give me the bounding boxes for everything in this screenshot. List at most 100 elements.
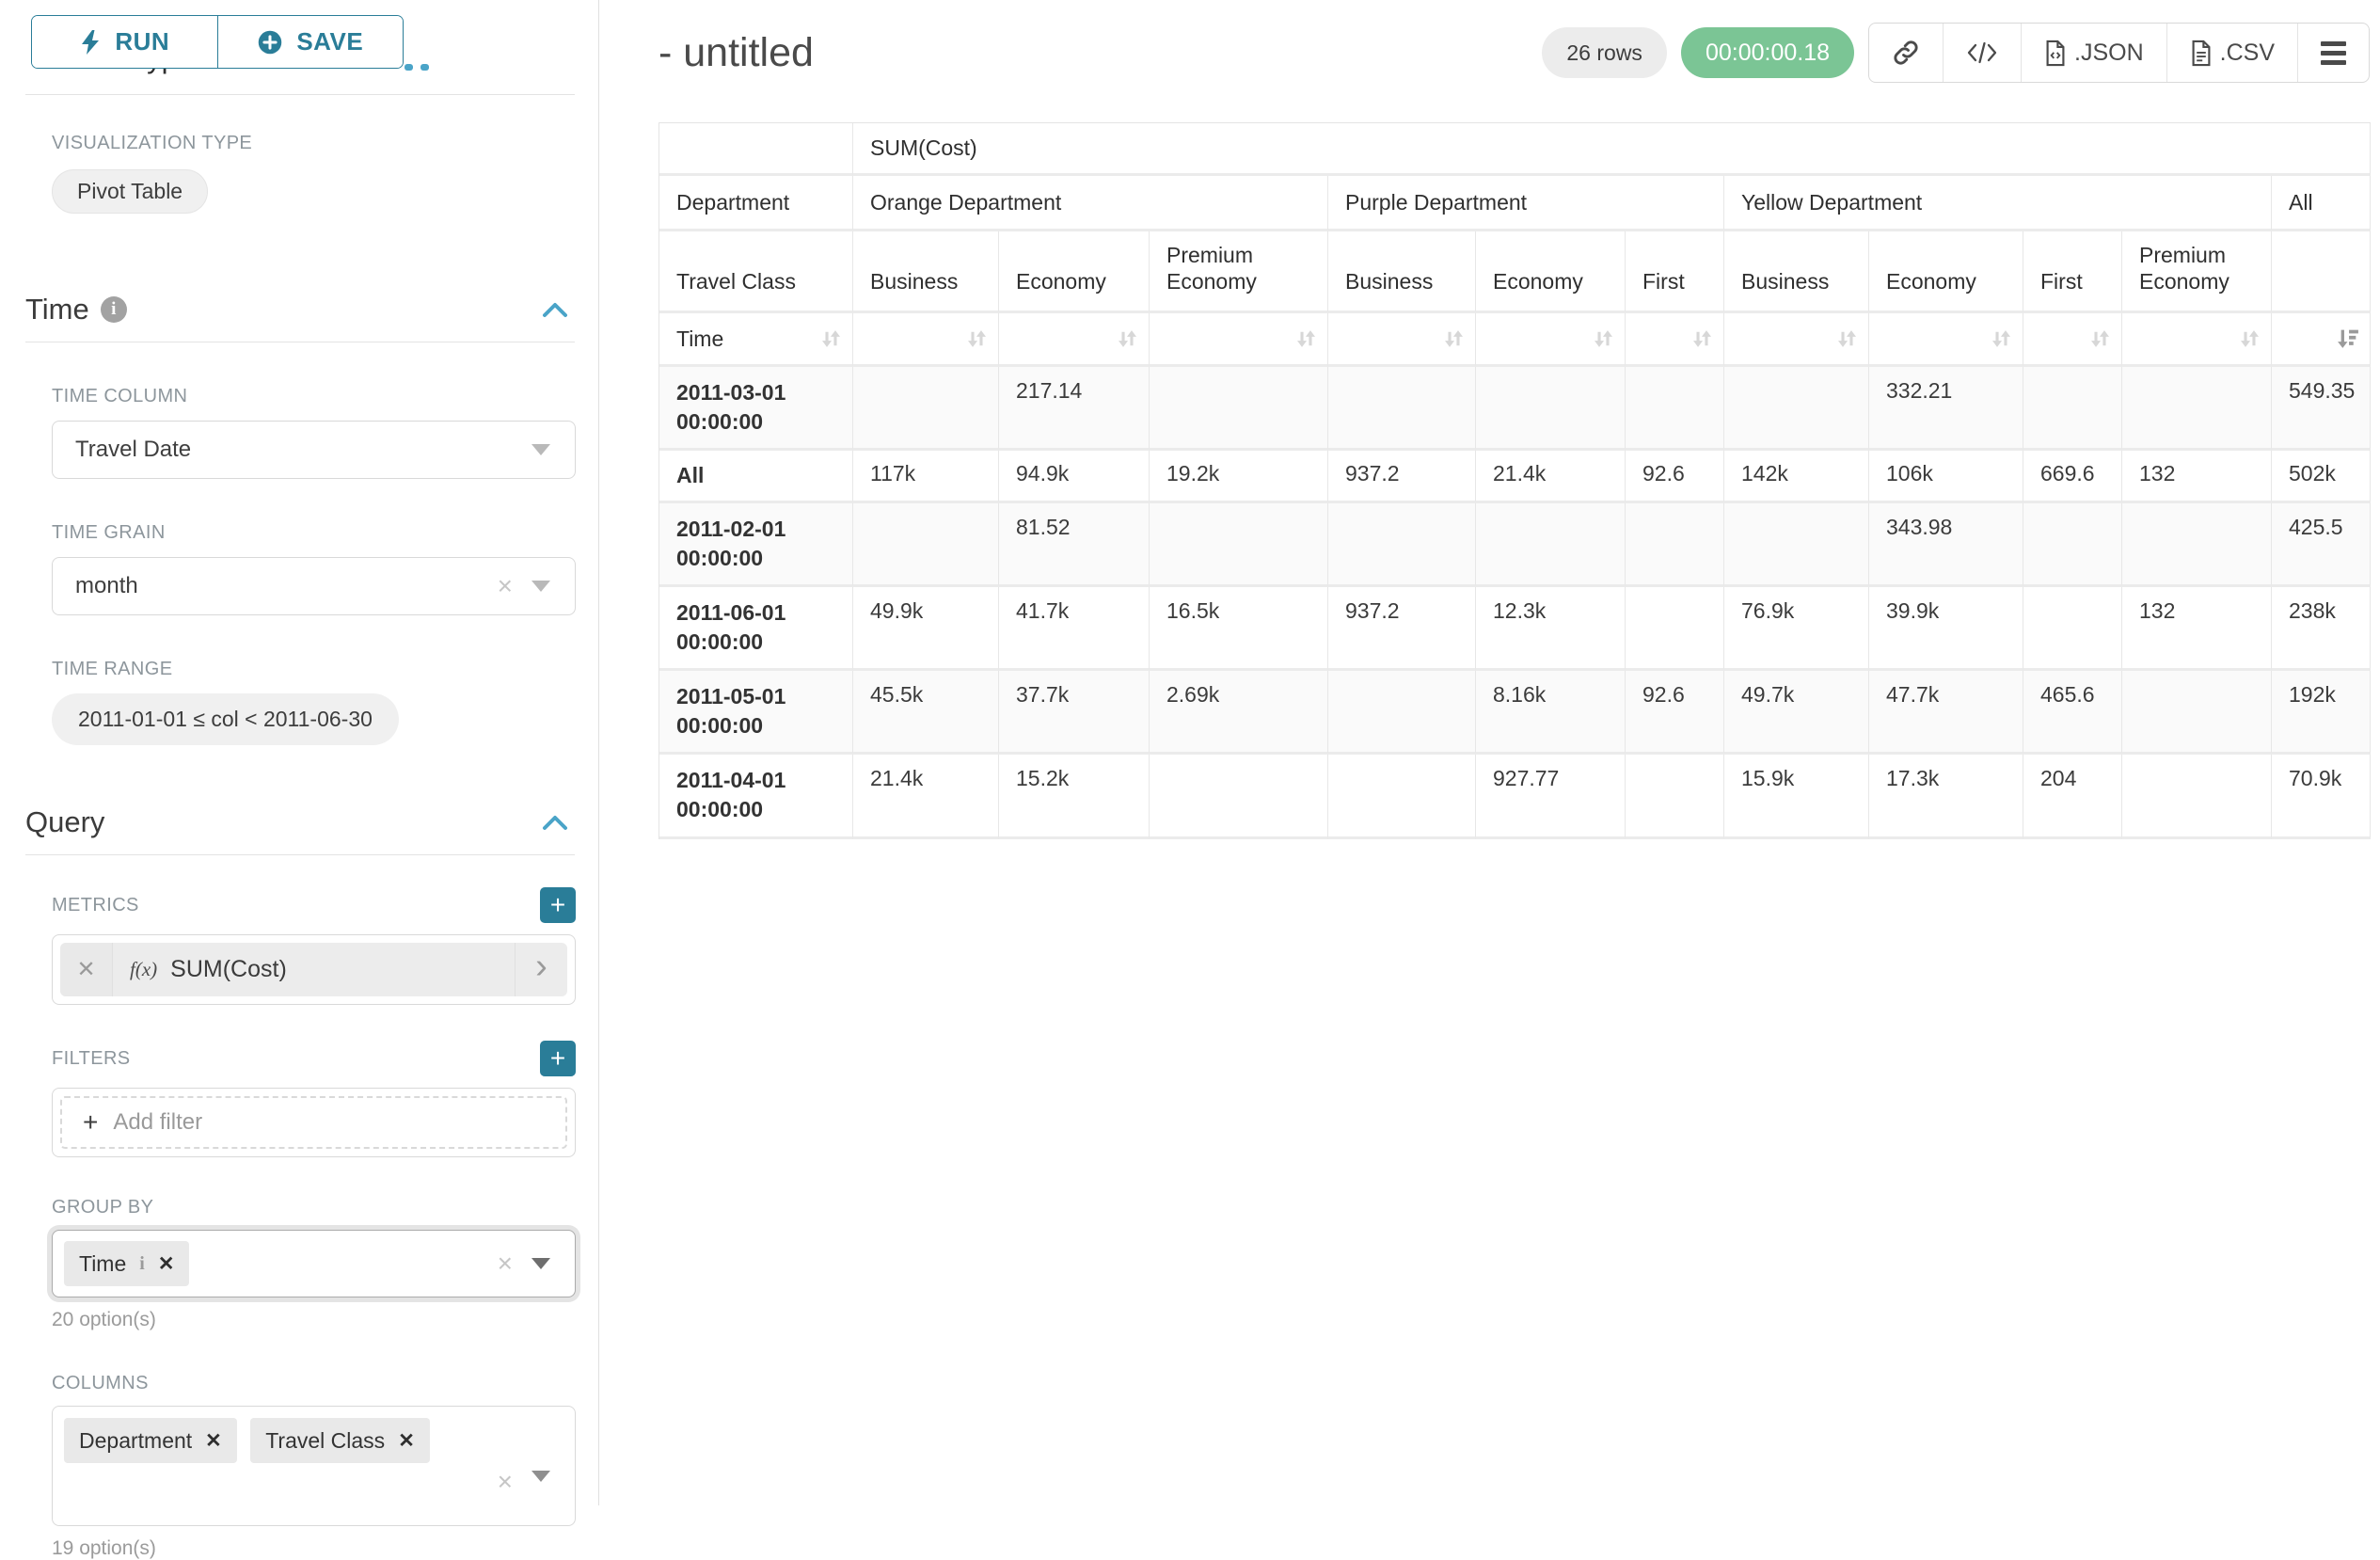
chevron-up-icon[interactable] bbox=[541, 813, 569, 832]
metrics-container: ✕ f(x) SUM(Cost) › bbox=[52, 934, 576, 1005]
metric-pill[interactable]: ✕ f(x) SUM(Cost) › bbox=[60, 943, 567, 996]
copy-link-button[interactable] bbox=[1869, 24, 1943, 82]
chart-header: - untitled 26 rows 00:00:00.18 bbox=[658, 23, 2370, 83]
columns-tag[interactable]: Department ✕ bbox=[64, 1418, 237, 1463]
pivot-cell bbox=[1328, 503, 1476, 587]
chevron-right-icon[interactable]: › bbox=[515, 943, 567, 996]
export-csv-button[interactable]: .CSV bbox=[2166, 24, 2297, 82]
control-panel: Chart Type RUN SAVE VISUALIZATION TYPE P… bbox=[0, 0, 599, 1505]
query-section-header: Query bbox=[25, 805, 575, 839]
columns-label: COLUMNS bbox=[52, 1373, 575, 1394]
time-column-value: Travel Date bbox=[75, 437, 191, 463]
pivot-cell bbox=[1724, 367, 1869, 451]
pivot-cell: 142k bbox=[1724, 451, 1869, 503]
sort-icon[interactable] bbox=[1294, 327, 1318, 351]
pivot-cell: 17.3k bbox=[1869, 755, 2023, 838]
add-filter-plus-button[interactable]: + bbox=[540, 1041, 576, 1076]
column-sort-header[interactable] bbox=[853, 313, 999, 367]
file-json-icon bbox=[2044, 40, 2067, 67]
pivot-cell bbox=[1328, 671, 1476, 755]
time-section-title: Time bbox=[25, 293, 89, 326]
sort-icon[interactable] bbox=[2238, 327, 2261, 351]
column-sort-header[interactable] bbox=[2122, 313, 2272, 367]
group-by-select[interactable]: Time i ✕ × bbox=[52, 1230, 576, 1297]
pivot-cell: 92.6 bbox=[1626, 671, 1724, 755]
column-sort-header[interactable] bbox=[2272, 313, 2371, 367]
remove-tag-icon[interactable]: ✕ bbox=[398, 1429, 415, 1453]
column-sort-header[interactable] bbox=[1626, 313, 1724, 367]
export-json-button[interactable]: .JSON bbox=[2021, 24, 2166, 82]
column-sort-header[interactable] bbox=[1869, 313, 2023, 367]
column-sort-header[interactable] bbox=[1724, 313, 1869, 367]
time-range-pill[interactable]: 2011-01-01 ≤ col < 2011-06-30 bbox=[52, 693, 399, 745]
time-dimension-label[interactable]: Time bbox=[659, 313, 853, 367]
pivot-cell bbox=[1328, 755, 1476, 838]
group-by-tag[interactable]: Time i ✕ bbox=[64, 1241, 189, 1286]
pivot-cell bbox=[1724, 503, 1869, 587]
table-row: 2011-03-01 00:00:00217.14332.21549.35 bbox=[659, 367, 2371, 451]
chevron-down-icon bbox=[532, 1258, 550, 1269]
pivot-cell: 47.7k bbox=[1869, 671, 2023, 755]
clear-icon[interactable]: × bbox=[498, 1467, 513, 1497]
travel-class-dimension-label: Travel Class bbox=[659, 231, 853, 313]
pivot-row-header: 2011-06-01 00:00:00 bbox=[659, 587, 853, 671]
sort-icon[interactable] bbox=[819, 327, 843, 351]
pivot-cell: 343.98 bbox=[1869, 503, 2023, 587]
sort-icon[interactable] bbox=[1442, 327, 1466, 351]
sort-icon[interactable] bbox=[965, 327, 989, 351]
save-button[interactable]: SAVE bbox=[218, 16, 404, 68]
pivot-cell bbox=[1626, 755, 1724, 838]
columns-select[interactable]: Department ✕ Travel Class ✕ × bbox=[52, 1406, 576, 1526]
pivot-cell: 465.6 bbox=[2023, 671, 2122, 755]
add-filter-button[interactable]: + Add filter bbox=[60, 1096, 567, 1149]
clear-icon[interactable]: × bbox=[498, 1249, 513, 1279]
time-column-select[interactable]: Travel Date bbox=[52, 421, 576, 479]
pivot-cell: 117k bbox=[853, 451, 999, 503]
pivot-cell: 16.5k bbox=[1150, 587, 1328, 671]
remove-tag-icon[interactable]: ✕ bbox=[205, 1429, 222, 1453]
row-count-badge: 26 rows bbox=[1542, 27, 1667, 78]
sort-icon[interactable] bbox=[1592, 327, 1615, 351]
tag-label: Time bbox=[79, 1251, 126, 1277]
column-sort-header[interactable] bbox=[1476, 313, 1626, 367]
pivot-cell: 94.9k bbox=[999, 451, 1150, 503]
chevron-up-icon[interactable] bbox=[541, 300, 569, 319]
add-metric-button[interactable]: + bbox=[540, 887, 576, 923]
sort-desc-icon[interactable] bbox=[2335, 326, 2360, 352]
add-filter-text: Add filter bbox=[113, 1109, 202, 1136]
pivot-cell: 70.9k bbox=[2272, 755, 2371, 838]
sort-icon[interactable] bbox=[1690, 327, 1714, 351]
pivot-cell: 132 bbox=[2122, 587, 2272, 671]
columns-tag[interactable]: Travel Class ✕ bbox=[250, 1418, 430, 1463]
sort-icon[interactable] bbox=[1990, 327, 2013, 351]
column-sort-header[interactable] bbox=[2023, 313, 2122, 367]
remove-tag-icon[interactable]: ✕ bbox=[158, 1252, 175, 1276]
sidebar-scroll-area[interactable]: VISUALIZATION TYPE Pivot Table Time i TI… bbox=[0, 60, 598, 1505]
travel-class-header: Economy bbox=[999, 231, 1150, 313]
sort-icon[interactable] bbox=[1835, 327, 1859, 351]
travel-class-header: Premium Economy bbox=[2122, 231, 2272, 313]
time-grain-select[interactable]: month × bbox=[52, 557, 576, 615]
pivot-cell bbox=[1626, 503, 1724, 587]
clear-icon[interactable]: × bbox=[498, 573, 513, 599]
travel-class-header: Business bbox=[853, 231, 999, 313]
sort-icon[interactable] bbox=[1116, 327, 1139, 351]
table-row: 2011-06-01 00:00:0049.9k41.7k16.5k937.21… bbox=[659, 587, 2371, 671]
run-button[interactable]: RUN bbox=[32, 16, 218, 68]
embed-code-button[interactable] bbox=[1943, 24, 2021, 82]
column-sort-header[interactable] bbox=[999, 313, 1150, 367]
viz-type-pill[interactable]: Pivot Table bbox=[52, 169, 208, 214]
time-grain-value: month bbox=[75, 573, 138, 599]
pivot-cell: 332.21 bbox=[1869, 367, 2023, 451]
pivot-cell: 15.9k bbox=[1724, 755, 1869, 838]
time-label: Time bbox=[676, 326, 723, 351]
table-row: All117k94.9k19.2k937.221.4k92.6142k106k6… bbox=[659, 451, 2371, 503]
pivot-cell: 81.52 bbox=[999, 503, 1150, 587]
column-sort-header[interactable] bbox=[1150, 313, 1328, 367]
travel-class-header: Economy bbox=[1476, 231, 1626, 313]
sort-icon[interactable] bbox=[2088, 327, 2112, 351]
column-sort-header[interactable] bbox=[1328, 313, 1476, 367]
pivot-cell bbox=[1150, 503, 1328, 587]
remove-metric-icon[interactable]: ✕ bbox=[60, 943, 113, 996]
menu-button[interactable] bbox=[2297, 24, 2369, 82]
